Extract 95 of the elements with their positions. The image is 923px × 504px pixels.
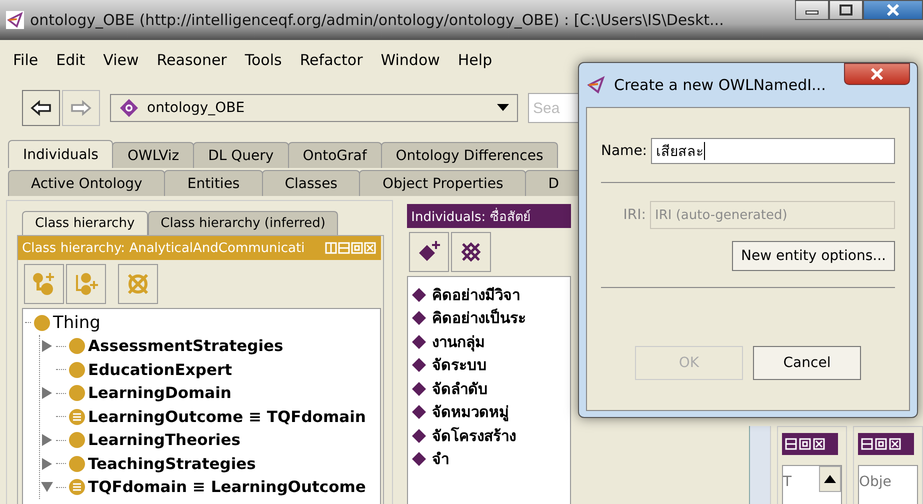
list-item[interactable]: จัดลำดับ	[432, 376, 488, 401]
tree-item[interactable]: LearningDomain	[88, 384, 232, 402]
tree-item[interactable]: LearningTheories	[88, 431, 240, 450]
list-item[interactable]: จัดหมวดหมู่	[432, 400, 510, 424]
defined-class-icon	[68, 478, 86, 496]
individual-icon	[412, 358, 426, 372]
crossed-circle-icon	[125, 271, 151, 297]
individual-icon	[412, 405, 426, 420]
tab[interactable]: Classes	[262, 170, 360, 196]
expand-triangle-icon[interactable]	[42, 434, 52, 446]
window-title: ontology_OBE (http://intelligenceqf.org/admin/ontology/ontology_OBE) : [C:\Users\IS\Deskt...	[30, 11, 725, 29]
expand-triangle-icon[interactable]	[42, 458, 52, 470]
delete-class-button[interactable]	[118, 264, 158, 304]
right-arrow-icon	[70, 100, 92, 116]
tab[interactable]: Entities	[164, 170, 263, 196]
tree-item[interactable]: EducationExpert	[88, 360, 232, 379]
class-icon	[68, 337, 86, 356]
list-item[interactable]: คิดอย่างมีวิจา	[432, 282, 520, 307]
expand-triangle-icon[interactable]	[42, 340, 52, 352]
close-icon	[869, 67, 885, 81]
menu-item[interactable]: View	[94, 51, 148, 69]
tab[interactable]: DL Query	[193, 142, 289, 168]
individual-icon	[412, 382, 426, 396]
panel-title: Individuals: ซื่อสัตย์	[411, 206, 531, 226]
menu-item[interactable]: File	[4, 51, 48, 69]
add-individual-button[interactable]	[409, 232, 450, 272]
individual-icon	[412, 311, 426, 326]
list-item: T	[783, 474, 792, 490]
maximize-icon	[839, 4, 853, 16]
add-sibling-class-button[interactable]	[66, 264, 106, 304]
name-field[interactable]: เสียสละ	[651, 138, 895, 164]
add-sibling-class-icon	[73, 271, 99, 297]
close-button[interactable]	[863, 0, 923, 20]
close-icon	[886, 3, 900, 17]
menu-item[interactable]: Window	[372, 51, 449, 69]
menu-item[interactable]: Tools	[236, 51, 291, 69]
add-subclass-icon	[31, 271, 57, 297]
delete-individual-button[interactable]	[451, 232, 492, 272]
tab[interactable]: Object Properties	[359, 170, 526, 196]
list-item[interactable]: คิดอย่างเป็นระ	[432, 306, 526, 330]
tab[interactable]: OWLViz	[112, 142, 194, 168]
tab[interactable]: Ontology Differences	[380, 142, 558, 168]
expand-triangle-icon[interactable]	[42, 387, 52, 400]
panel-title: Class hierarchy: AnalyticalAndCommunicati	[22, 240, 305, 256]
class-icon	[68, 384, 86, 402]
collapse-triangle-icon[interactable]	[41, 482, 53, 492]
tree-item[interactable]: LearningOutcome ≡ TQFdomain	[88, 408, 366, 426]
menu-item[interactable]: Help	[448, 51, 502, 69]
tree-item[interactable]: Thing	[53, 312, 100, 333]
tab[interactable]: Class hierarchy (inferred)	[148, 211, 338, 235]
individual-icon	[412, 288, 426, 302]
tab[interactable]: Individuals	[8, 140, 114, 168]
tab[interactable]: Active Ontology	[8, 170, 166, 196]
list-item[interactable]: จำ	[432, 447, 450, 472]
back-button[interactable]	[22, 90, 60, 126]
left-arrow-icon	[30, 100, 52, 116]
ontology-dropdown[interactable]: ontology_OBE	[110, 94, 518, 122]
list-item[interactable]: จัดระบบ	[432, 353, 488, 378]
list-item: Obje	[859, 474, 892, 490]
options-button[interactable]: New entity options...	[732, 241, 895, 271]
ontology-icon	[119, 98, 139, 118]
view-controls-icon[interactable]	[782, 433, 838, 455]
tree-item[interactable]: TQFdomain ≡ LearningOutcome	[88, 478, 366, 496]
class-icon	[68, 431, 86, 450]
tree-item[interactable]: AssessmentStrategies	[88, 337, 284, 356]
list-item[interactable]: งานกลุ่ม	[432, 330, 486, 354]
individual-icon	[412, 428, 426, 443]
dialog-button[interactable]: Cancel	[753, 346, 861, 380]
list-item[interactable]: จัดโครงสร้าง	[432, 424, 516, 448]
close-button[interactable]	[844, 63, 910, 85]
menu-item[interactable]: Refactor	[290, 51, 372, 69]
minimize-button[interactable]	[795, 0, 829, 20]
field-label: Name:	[601, 143, 648, 159]
tab[interactable]: OntoGraf	[288, 142, 382, 168]
field-label: IRI:	[623, 207, 646, 223]
dialog-title: Create a new OWLNamedI...	[614, 76, 827, 94]
class-icon	[33, 314, 51, 332]
tree-item[interactable]: TeachingStrategies	[88, 454, 256, 473]
class-icon	[68, 360, 86, 379]
defined-class-icon	[68, 408, 86, 426]
menu-item[interactable]: Edit	[47, 51, 94, 69]
tab[interactable]: Class hierarchy	[22, 211, 148, 235]
maximize-button[interactable]	[829, 0, 863, 20]
add-subclass-button[interactable]	[24, 264, 64, 304]
caret-icon	[497, 104, 509, 112]
menu-item[interactable]: Reasoner	[148, 51, 236, 69]
app-logo-icon	[586, 75, 606, 95]
view-controls-icon[interactable]	[858, 433, 914, 455]
scrollbar[interactable]	[749, 426, 771, 504]
scroll-up-button[interactable]	[819, 466, 841, 492]
individual-icon	[412, 452, 426, 466]
class-icon	[68, 454, 86, 473]
individual-icon	[412, 334, 426, 349]
app-logo-icon	[6, 11, 24, 29]
up-triangle-icon	[824, 474, 836, 482]
